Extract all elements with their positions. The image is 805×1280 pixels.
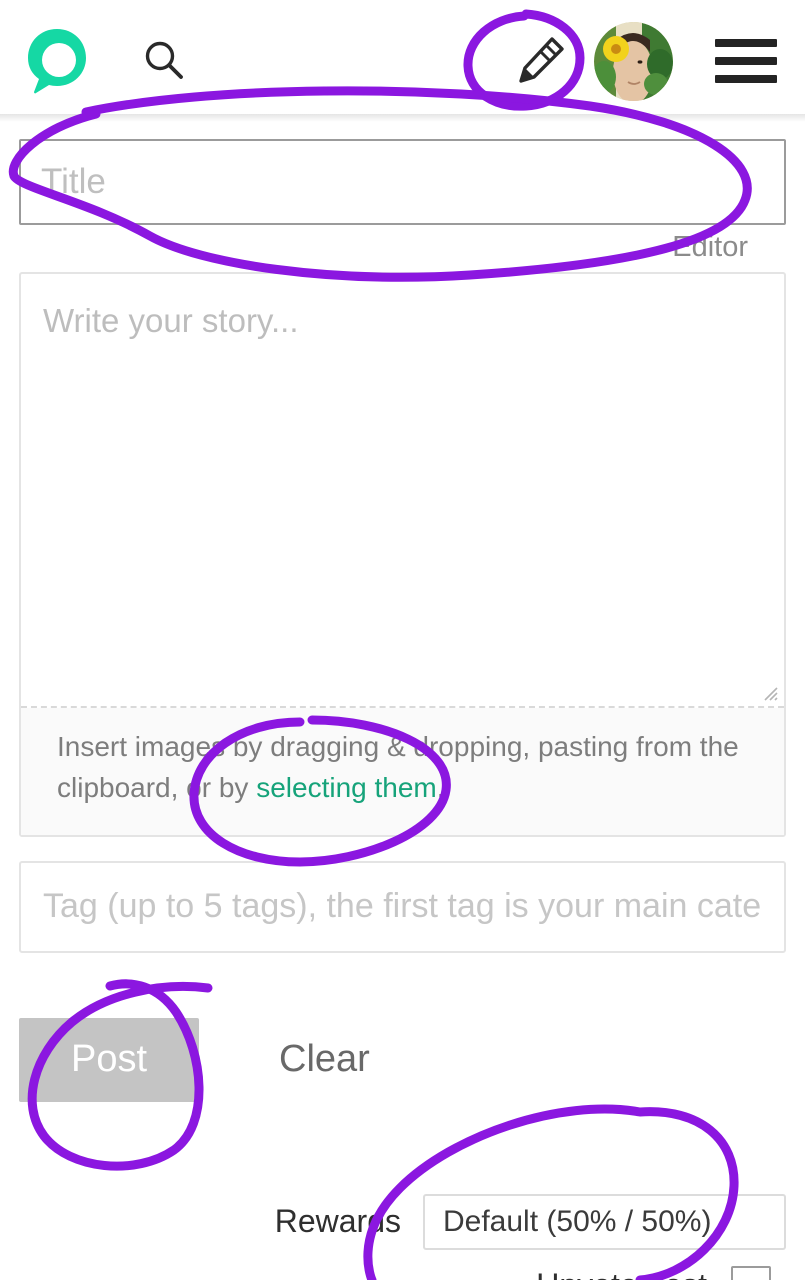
app-header — [0, 0, 805, 122]
post-button[interactable]: Post — [19, 1017, 199, 1102]
user-avatar[interactable] — [594, 21, 673, 101]
story-editor: Insert images by dragging & dropping, pa… — [19, 272, 786, 837]
menu-line-2 — [715, 57, 777, 65]
pencil-write-icon — [512, 31, 570, 92]
speech-bubble-logo[interactable] — [24, 26, 90, 96]
search-icon — [141, 37, 187, 86]
app-page: Editor Insert images by dragging & dropp… — [0, 0, 805, 1280]
header-actions — [506, 21, 783, 101]
post-tags-input[interactable] — [19, 860, 786, 953]
rewards-label: Rewards — [274, 1203, 401, 1240]
rewards-row: Rewards Default (50% / 50%)Power Up (100… — [19, 1193, 786, 1250]
drop-hint-period: . — [436, 772, 445, 804]
post-title-input[interactable] — [19, 139, 786, 225]
post-body-textarea[interactable] — [21, 274, 784, 708]
editor-form: Editor Insert images by dragging & dropp… — [0, 139, 805, 1280]
hamburger-menu-icon[interactable] — [715, 39, 777, 83]
editor-mode-label[interactable]: Editor — [672, 231, 748, 264]
editor-mode-row: Editor — [19, 225, 786, 264]
upvote-checkbox[interactable] — [731, 1265, 771, 1280]
rewards-select[interactable]: Default (50% / 50%)Power Up (100%)Declin… — [423, 1193, 786, 1250]
menu-line-1 — [715, 39, 777, 47]
form-actions: Post Clear — [19, 1017, 786, 1102]
write-post-button[interactable] — [506, 26, 576, 96]
select-images-link[interactable]: selecting them — [256, 772, 437, 803]
menu-line-3 — [715, 75, 777, 83]
upvote-row: Upvote post — [19, 1265, 786, 1280]
upvote-label: Upvote post — [536, 1267, 707, 1280]
search-button[interactable] — [132, 29, 196, 93]
image-drop-hint: Insert images by dragging & dropping, pa… — [21, 708, 784, 835]
clear-button[interactable]: Clear — [279, 1038, 370, 1081]
